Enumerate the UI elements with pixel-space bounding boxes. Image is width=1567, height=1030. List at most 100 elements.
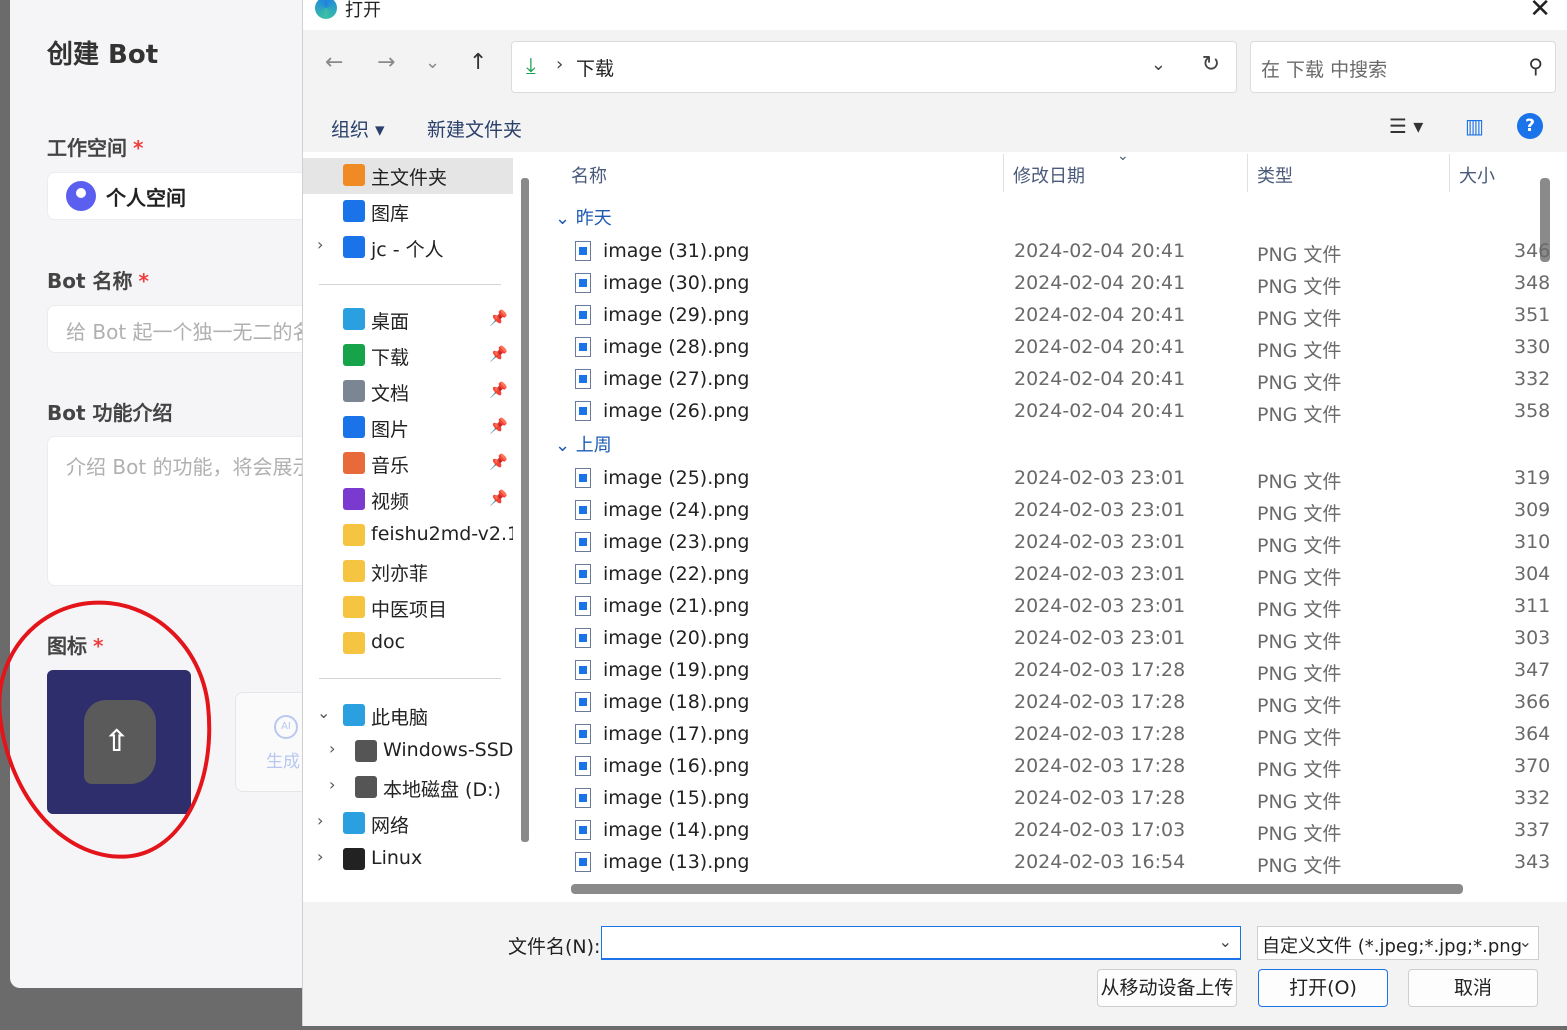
sidebar-item-label: Linux xyxy=(371,847,423,869)
file-row[interactable]: image (14).png 2024-02-03 17:03 PNG 文件 337 xyxy=(571,815,1551,847)
file-row[interactable]: image (25).png 2024-02-03 23:01 PNG 文件 319 xyxy=(571,463,1551,495)
chevron-down-icon[interactable]: ⌄ xyxy=(1219,932,1232,951)
search-box[interactable]: 在 下载 中搜索 ⚲ xyxy=(1250,41,1556,93)
file-date: 2024-02-04 20:41 xyxy=(1014,400,1186,422)
file-date: 2024-02-03 23:01 xyxy=(1014,627,1186,649)
forward-arrow-icon[interactable]: → xyxy=(377,50,395,75)
group-header[interactable]: ⌄ 上周 xyxy=(555,431,612,457)
file-row[interactable]: image (21).png 2024-02-03 23:01 PNG 文件 311 xyxy=(571,591,1551,623)
recent-chevron-icon[interactable]: ⌄ xyxy=(425,52,440,73)
up-arrow-icon[interactable]: ↑ xyxy=(469,50,487,75)
sidebar-item[interactable]: › 网络 xyxy=(303,806,513,842)
sidebar-item[interactable]: 图片 📌 xyxy=(303,410,513,446)
file-type: PNG 文件 xyxy=(1257,599,1342,621)
view-list-icon[interactable]: ☰ ▾ xyxy=(1389,114,1423,138)
sidebar-item[interactable]: 图库 xyxy=(303,194,513,230)
column-type[interactable]: 类型 xyxy=(1257,162,1293,188)
address-bar[interactable]: ⤓ › 下载 ⌄ ↻ xyxy=(511,41,1237,93)
sidebar-item[interactable]: 中医项目 xyxy=(303,590,513,626)
column-separator[interactable] xyxy=(1247,154,1248,192)
file-row[interactable]: image (26).png 2024-02-04 20:41 PNG 文件 358 xyxy=(571,396,1551,428)
file-type: PNG 文件 xyxy=(1257,308,1342,330)
file-name: image (29).png xyxy=(603,304,750,326)
sidebar-item[interactable]: › 本地磁盘 (D:) xyxy=(303,770,513,806)
horizontal-scrollbar[interactable] xyxy=(571,884,1463,894)
upload-from-mobile-button[interactable]: 从移动设备上传 xyxy=(1097,969,1237,1007)
sidebar-item[interactable]: 刘亦菲 xyxy=(303,554,513,590)
cancel-button[interactable]: 取消 xyxy=(1408,969,1538,1007)
file-row[interactable]: image (19).png 2024-02-03 17:28 PNG 文件 347 xyxy=(571,655,1551,687)
sidebar-item[interactable]: › Windows-SSD (C:) xyxy=(303,734,513,770)
sidebar-scrollbar[interactable] xyxy=(521,178,529,842)
sidebar-item-label: jc - 个人 xyxy=(371,239,444,261)
expand-chevron-icon[interactable]: ⌄ xyxy=(317,703,330,722)
bot-name-input[interactable]: 给 Bot 起一个独一无二的名 xyxy=(47,305,310,353)
chevron-down-icon[interactable]: ⌄ xyxy=(1151,54,1166,75)
column-separator[interactable] xyxy=(1003,154,1004,192)
file-row[interactable]: image (31).png 2024-02-04 20:41 PNG 文件 346 xyxy=(571,236,1551,268)
file-row[interactable]: image (27).png 2024-02-04 20:41 PNG 文件 332 xyxy=(571,364,1551,396)
column-date[interactable]: 修改日期 xyxy=(1013,162,1085,188)
help-icon[interactable]: ? xyxy=(1517,113,1543,139)
sidebar-item[interactable]: ⌄ 此电脑 xyxy=(303,698,513,734)
breadcrumb-location[interactable]: 下载 xyxy=(576,54,614,81)
png-file-icon xyxy=(575,628,591,648)
organize-menu[interactable]: 组织 ▾ xyxy=(331,115,385,142)
file-row[interactable]: image (15).png 2024-02-03 17:28 PNG 文件 332 xyxy=(571,783,1551,815)
workspace-select[interactable]: 个人空间 xyxy=(47,172,310,220)
new-folder-button[interactable]: 新建文件夹 xyxy=(427,115,522,142)
open-button[interactable]: 打开(O) xyxy=(1258,969,1388,1007)
file-row[interactable]: image (20).png 2024-02-03 23:01 PNG 文件 303 xyxy=(571,623,1551,655)
file-date: 2024-02-03 23:01 xyxy=(1014,595,1186,617)
file-size: 337 xyxy=(1514,819,1551,841)
column-size[interactable]: 大小 xyxy=(1459,162,1495,188)
file-row[interactable]: image (30).png 2024-02-04 20:41 PNG 文件 348 xyxy=(571,268,1551,300)
sidebar-item[interactable]: 主文件夹 xyxy=(303,158,513,194)
refresh-icon[interactable]: ↻ xyxy=(1202,52,1220,77)
expand-chevron-icon[interactable]: › xyxy=(317,847,323,866)
file-row[interactable]: image (24).png 2024-02-03 23:01 PNG 文件 309 xyxy=(571,495,1551,527)
file-row[interactable]: image (17).png 2024-02-03 17:28 PNG 文件 364 xyxy=(571,719,1551,751)
file-list-header: 名称 修改日期 ⌄ 类型 大小 xyxy=(541,152,1551,194)
file-row[interactable]: image (23).png 2024-02-03 23:01 PNG 文件 310 xyxy=(571,527,1551,559)
file-size: 364 xyxy=(1514,723,1551,745)
file-size: 343 xyxy=(1514,851,1551,873)
expand-chevron-icon[interactable]: › xyxy=(329,739,335,758)
file-type-filter[interactable]: 自定义文件 (*.jpeg;*.jpg;*.png ⌄ xyxy=(1257,926,1539,960)
filename-field[interactable]: ⌄ xyxy=(601,926,1241,960)
expand-chevron-icon[interactable]: › xyxy=(317,235,323,254)
chevron-down-icon[interactable]: ⌄ xyxy=(1519,932,1532,951)
sidebar-item[interactable]: › Linux xyxy=(303,842,513,878)
file-row[interactable]: image (13).png 2024-02-03 16:54 PNG 文件 343 xyxy=(571,847,1551,879)
png-file-icon xyxy=(575,273,591,293)
pin-icon: 📌 xyxy=(489,489,508,507)
preview-pane-icon[interactable]: ▥ xyxy=(1465,114,1484,138)
sidebar-item[interactable]: 视频 📌 xyxy=(303,482,513,518)
sidebar-item[interactable]: doc xyxy=(303,626,513,662)
file-row[interactable]: image (22).png 2024-02-03 23:01 PNG 文件 304 xyxy=(571,559,1551,591)
sidebar-item[interactable]: feishu2md-v2.1.0 xyxy=(303,518,513,554)
sidebar-item[interactable]: › jc - 个人 xyxy=(303,230,513,266)
file-row[interactable]: image (16).png 2024-02-03 17:28 PNG 文件 370 xyxy=(571,751,1551,783)
file-row[interactable]: image (18).png 2024-02-03 17:28 PNG 文件 366 xyxy=(571,687,1551,719)
group-header[interactable]: ⌄ 昨天 xyxy=(555,204,612,230)
close-button[interactable]: ✕ xyxy=(1529,0,1551,24)
column-separator[interactable] xyxy=(1449,154,1450,192)
command-toolbar: 组织 ▾ 新建文件夹 ☰ ▾ ▥ ? xyxy=(303,102,1567,152)
expand-chevron-icon[interactable]: › xyxy=(329,775,335,794)
column-name[interactable]: 名称 xyxy=(571,162,607,188)
file-row[interactable]: image (29).png 2024-02-04 20:41 PNG 文件 351 xyxy=(571,300,1551,332)
sidebar-item[interactable]: 桌面 📌 xyxy=(303,302,513,338)
file-name: image (19).png xyxy=(603,659,750,681)
ai-generate-tile[interactable]: AI 生成 xyxy=(235,692,310,792)
search-input[interactable]: 在 下载 中搜索 xyxy=(1261,55,1387,82)
sidebar-item[interactable]: 音乐 📌 xyxy=(303,446,513,482)
file-date: 2024-02-03 23:01 xyxy=(1014,531,1186,553)
sidebar-item[interactable]: 文档 📌 xyxy=(303,374,513,410)
filename-input[interactable] xyxy=(602,927,1240,958)
expand-chevron-icon[interactable]: › xyxy=(317,811,323,830)
back-arrow-icon[interactable]: ← xyxy=(325,50,343,75)
file-row[interactable]: image (28).png 2024-02-04 20:41 PNG 文件 330 xyxy=(571,332,1551,364)
sidebar-item[interactable]: 下载 📌 xyxy=(303,338,513,374)
bot-desc-textarea[interactable]: 介绍 Bot 的功能，将会展示 xyxy=(47,436,310,586)
